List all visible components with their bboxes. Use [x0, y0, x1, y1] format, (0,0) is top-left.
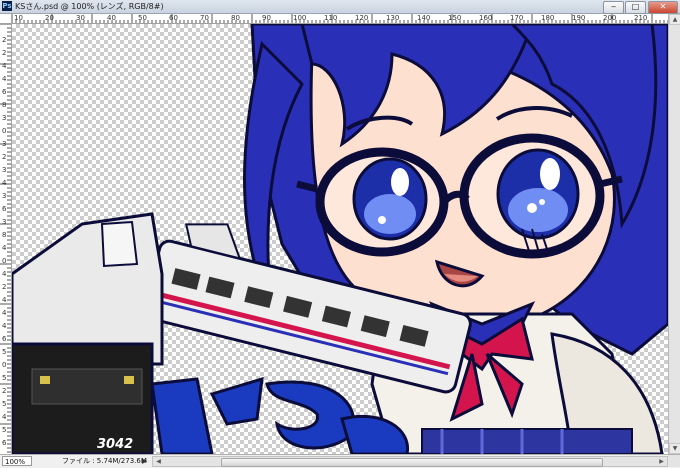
close-button[interactable]: ✕ [648, 1, 678, 14]
left-ruler-label: 8 [2, 231, 7, 239]
left-ruler-label: 5 [2, 374, 7, 382]
text-shapes [150, 376, 410, 454]
left-ruler-label: 6 [2, 88, 7, 96]
top-ruler-label: 130 [386, 14, 400, 22]
left-ruler-label: 6 [2, 205, 7, 213]
left-ruler-label: 2 [2, 283, 7, 291]
left-ruler-label: 8 [2, 101, 7, 109]
top-ruler-label: 140 [417, 14, 431, 22]
document-canvas[interactable]: 3042 [12, 24, 668, 454]
vertical-scrollbar[interactable]: ▲ ▼ [668, 14, 680, 454]
document-info[interactable]: ファイル : 5.74M/273.6M [62, 455, 147, 468]
scroll-left-button[interactable]: ◀ [153, 457, 164, 466]
left-ruler-label: 3 [2, 192, 7, 200]
top-ruler-label: 200 [603, 14, 617, 22]
top-ruler-label: 120 [355, 14, 369, 22]
top-ruler[interactable]: 10 20 30 40 50 60 70 80 90 100 110 120 130 140 150 160 1… [0, 14, 680, 24]
info-menu-arrow-icon[interactable]: ▶ [142, 457, 147, 466]
minimize-button[interactable]: ‒ [603, 1, 624, 14]
top-ruler-label: 10 [14, 14, 23, 22]
scroll-right-button[interactable]: ▶ [656, 457, 667, 466]
top-ruler-label: 70 [200, 14, 209, 22]
zoom-field[interactable]: 100% [2, 456, 32, 466]
left-ruler-label: 5 [2, 348, 7, 356]
top-ruler-label: 190 [572, 14, 586, 22]
left-ruler-label: 5 [2, 400, 7, 408]
left-ruler-label: 2 [2, 387, 7, 395]
top-ruler-label: 160 [479, 14, 493, 22]
top-ruler-label: 170 [510, 14, 524, 22]
top-ruler-label: 40 [107, 14, 116, 22]
top-ruler-label: 100 [293, 14, 307, 22]
train-front [12, 212, 164, 454]
left-ruler-label: 4 [2, 413, 7, 421]
left-ruler-label: 6 [2, 335, 7, 343]
left-ruler-label: 4 [2, 322, 7, 330]
top-ruler-label: 90 [262, 14, 271, 22]
train-number: 3042 [97, 437, 133, 452]
left-ruler-label: 5 [2, 426, 7, 434]
status-bar: 100% ファイル : 5.74M/273.6M ▶ ◀ ▶ [0, 454, 680, 468]
left-ruler-label: 0 [2, 127, 7, 135]
left-ruler-label: 4 [2, 62, 7, 70]
scroll-up-button[interactable]: ▲ [669, 14, 680, 25]
left-ruler-label: 3 [2, 140, 7, 148]
left-ruler-label: 2 [2, 36, 7, 44]
title-bar: Ps KSさん.psd @ 100% (レンズ, RGB/8#) ‒ □ ✕ [0, 0, 680, 14]
left-ruler[interactable]: 2 2 4 4 6 8 3 0 3 2 3 4 3 6 3 8 4 0 4 2 4 4 4 6 5 0 5 2 5 4 5 6 [0, 24, 12, 454]
horizontal-scrollbar[interactable]: ◀ ▶ [152, 456, 668, 467]
top-ruler-label: 110 [324, 14, 338, 22]
top-ruler-label: 60 [169, 14, 178, 22]
top-ruler-label: 20 [45, 14, 54, 22]
left-ruler-label: 6 [2, 439, 7, 447]
top-ruler-label: 50 [138, 14, 147, 22]
left-ruler-label: 0 [2, 361, 7, 369]
left-ruler-label: 4 [2, 75, 7, 83]
left-ruler-label: 4 [2, 270, 7, 278]
horizontal-scroll-thumb[interactable] [221, 458, 603, 467]
artwork: 3042 [12, 24, 668, 454]
left-ruler-label: 4 [2, 309, 7, 317]
left-ruler-label: 4 [2, 244, 7, 252]
top-ruler-label: 150 [448, 14, 462, 22]
left-ruler-label: 3 [2, 114, 7, 122]
document-title: KSさん.psd @ 100% (レンズ, RGB/8#) [15, 2, 164, 11]
left-ruler-label: 2 [2, 49, 7, 57]
photoshop-icon: Ps [2, 1, 12, 11]
top-ruler-label: 180 [541, 14, 555, 22]
left-ruler-label: 0 [2, 257, 7, 265]
resize-grip[interactable] [668, 455, 680, 467]
left-ruler-label: 4 [2, 296, 7, 304]
left-ruler-label: 2 [2, 153, 7, 161]
left-ruler-label: 3 [2, 166, 7, 174]
top-ruler-label: 210 [634, 14, 648, 22]
left-ruler-label: 4 [2, 179, 7, 187]
maximize-button[interactable]: □ [625, 1, 646, 14]
scroll-down-button[interactable]: ▼ [669, 443, 680, 454]
left-ruler-label: 3 [2, 218, 7, 226]
top-ruler-label: 30 [76, 14, 85, 22]
top-ruler-label: 80 [231, 14, 240, 22]
